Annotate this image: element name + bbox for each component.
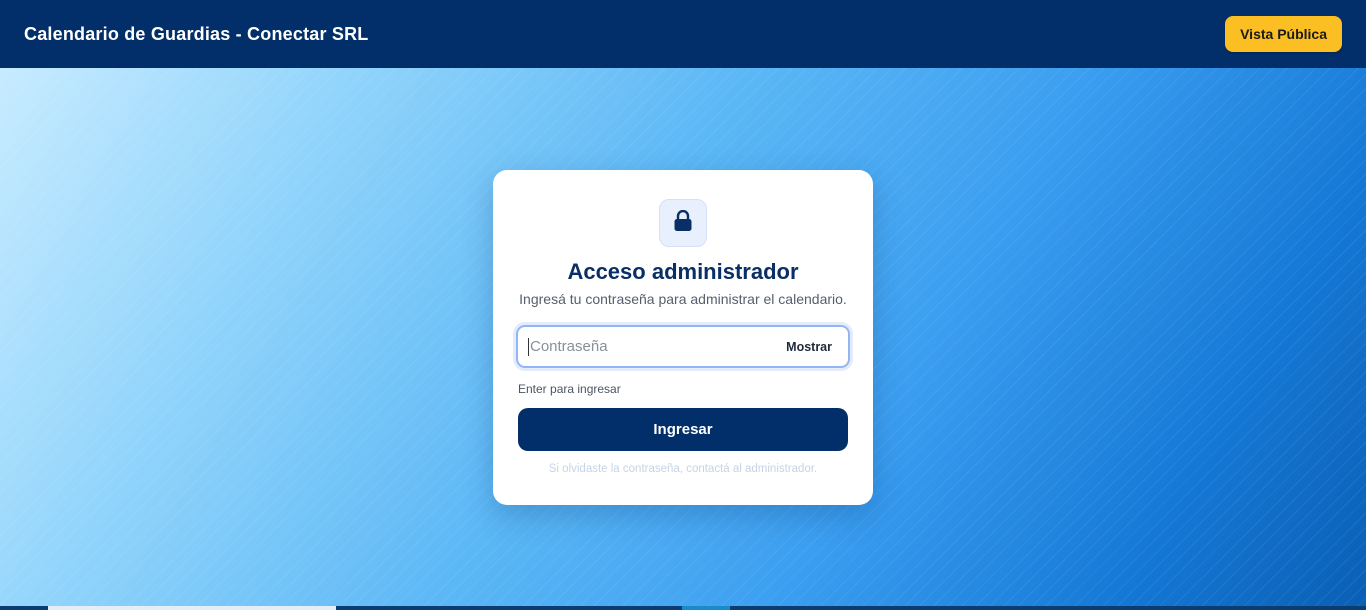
password-field-wrapper: Mostrar	[516, 325, 850, 368]
bottom-strip-segment	[48, 606, 336, 610]
lock-icon-badge	[659, 199, 707, 247]
login-card: Acceso administrador Ingresá tu contrase…	[493, 170, 873, 505]
show-password-button[interactable]: Mostrar	[780, 340, 838, 354]
public-view-button[interactable]: Vista Pública	[1225, 16, 1342, 52]
login-title: Acceso administrador	[567, 259, 799, 284]
enter-hint: Enter para ingresar	[518, 382, 621, 396]
app-title: Calendario de Guardias - Conectar SRL	[24, 23, 369, 44]
lock-icon	[673, 209, 693, 237]
login-button[interactable]: Ingresar	[518, 408, 848, 451]
login-subtitle: Ingresá tu contraseña para administrar e…	[519, 291, 847, 307]
bottom-strip	[0, 606, 1366, 610]
bottom-strip-segment	[682, 606, 730, 610]
password-input[interactable]	[528, 337, 781, 356]
forgot-password-note: Si olvidaste la contraseña, contactá al …	[548, 463, 818, 475]
top-bar: Calendario de Guardias - Conectar SRL Vi…	[0, 0, 1366, 68]
